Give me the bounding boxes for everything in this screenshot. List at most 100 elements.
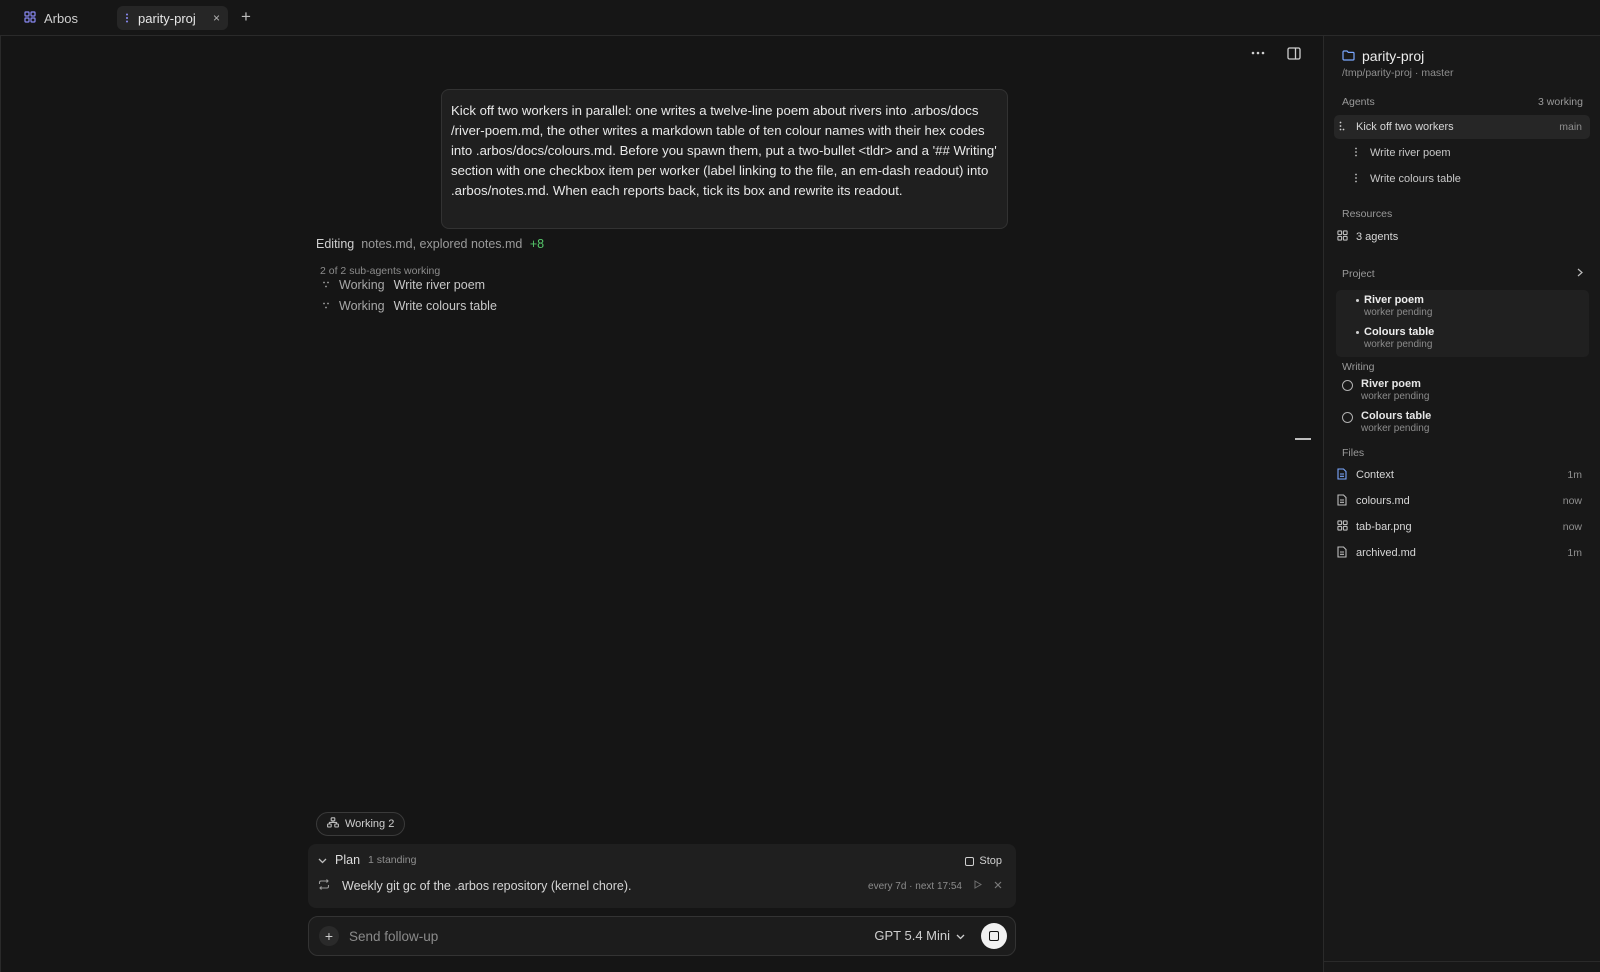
folder-icon [1342,48,1355,64]
working-pill-label: Working 2 [345,818,395,830]
file-item[interactable]: tab-bar.png now [1334,515,1590,539]
more-icon[interactable] [1249,45,1267,61]
resources-label: Resources [1342,208,1393,220]
file-name: archived.md [1356,547,1416,559]
agent-dots-icon [1348,173,1364,186]
subagent-item[interactable]: Working Write colours table [322,299,497,313]
sidebar-agent-main[interactable]: Kick off two workers main [1334,115,1590,139]
file-item[interactable]: archived.md 1m [1334,541,1590,565]
stop-label: Stop [979,855,1002,867]
model-label: GPT 5.4 Mini [874,928,950,943]
activity-extra-count: +8 [529,237,545,251]
agent-tag: main [1559,121,1582,133]
resize-handle[interactable] [1295,438,1311,440]
tab-home-label: Arbos [44,10,78,26]
file-time: 1m [1567,547,1582,559]
file-time: now [1562,521,1582,533]
close-icon[interactable] [994,881,1002,892]
project-section-label: Project [1342,268,1375,280]
doc-icon [1334,467,1350,483]
bullet [1356,299,1359,302]
activity-verb: Editing [316,237,355,251]
resource-label: 3 agents [1356,231,1399,243]
subagent-item[interactable]: Working Write river poem [322,278,485,292]
plan-label: Plan [335,853,361,867]
project-items: River poem worker pending Colours table … [1336,290,1589,357]
agent-dots-icon [1334,121,1350,134]
doc-icon [1334,493,1350,509]
toggle-sidebar-icon[interactable] [1285,45,1303,61]
conversation-pane: Kick off two workers in parallel: one wr… [0,36,1323,972]
resource-item[interactable]: 3 agents [1334,225,1590,249]
play-icon[interactable] [974,880,982,892]
writing-item-title: Colours table [1361,410,1432,422]
chevron-right-icon[interactable] [1577,266,1583,280]
checkbox-circle-icon[interactable] [1342,380,1353,391]
grid-icon [24,10,36,26]
sidebar-agent-colours[interactable]: Write colours table [1334,167,1590,191]
project-item-title: Colours table [1364,326,1435,338]
project-item-title: River poem [1364,294,1424,306]
chevron-down-icon [956,928,965,943]
doc-icon [1334,545,1350,561]
new-tab-button[interactable]: + [236,7,256,27]
plan-header[interactable]: Plan 1 standing [318,853,417,867]
files-label: Files [1342,447,1365,459]
user-message: Kick off two workers in parallel: one wr… [441,89,1008,229]
main-toolbar [1249,45,1303,61]
grid-icon [1334,520,1350,534]
file-name: tab-bar.png [1356,521,1412,533]
writing-label: Writing [1342,361,1375,373]
attach-button[interactable]: + [319,926,339,946]
activity-summary[interactable]: Editing notes.md, explored notes.md +8 [316,237,544,251]
plan-item-schedule: every 7d · next 17:54 [868,880,962,892]
agents-tree-icon [327,817,339,831]
writing-item-status: worker pending [1361,423,1430,434]
writing-item[interactable]: Colours table worker pending [1342,410,1431,434]
project-title[interactable]: parity-proj [1342,48,1424,64]
project-item[interactable]: Colours table worker pending [1356,326,1435,350]
composer: + GPT 5.4 Mini [308,916,1016,956]
file-name: Context [1356,469,1394,481]
tab-home[interactable]: Arbos [24,8,78,28]
writing-item-status: worker pending [1361,391,1430,402]
file-time: 1m [1567,469,1582,481]
file-item[interactable]: colours.md now [1334,489,1590,513]
agent-dots-icon [125,11,129,26]
writing-item[interactable]: River poem worker pending [1342,378,1429,402]
chevron-down-icon [318,853,327,867]
stop-button[interactable]: Stop [965,855,1002,867]
tab-bar: Arbos parity-proj × + [0,0,1600,36]
plan-item-text: Weekly git gc of the .arbos repository (… [342,879,632,893]
grid-icon [1334,230,1350,244]
spinner-dots-icon [322,278,330,292]
subagents-heading: 2 of 2 sub-agents working [320,265,441,277]
stop-icon [989,931,999,941]
right-sidebar: parity-proj /tmp/parity-proj · master Ag… [1323,36,1600,972]
plan-item[interactable]: Weekly git gc of the .arbos repository (… [318,879,1002,893]
plan-panel: Plan 1 standing Stop Weekly git gc of th… [308,844,1016,908]
bullet [1356,331,1359,334]
stop-icon [965,856,975,866]
spinner-dots-icon [322,299,330,313]
agents-status: 3 working [1538,96,1583,108]
writing-item-title: River poem [1361,378,1421,390]
follow-up-input[interactable] [349,926,799,946]
tab-parity-proj[interactable]: parity-proj × [117,6,228,30]
subagent-status: Working [339,299,385,313]
close-icon[interactable]: × [213,11,220,25]
subagent-label: Write colours table [393,299,497,313]
stop-generation-button[interactable] [981,923,1007,949]
subagent-label: Write river poem [393,278,486,292]
checkbox-circle-icon[interactable] [1342,412,1353,423]
sidebar-agent-river[interactable]: Write river poem [1334,141,1590,165]
agents-label: Agents [1342,96,1375,108]
model-selector[interactable]: GPT 5.4 Mini [874,928,965,943]
repeat-icon [318,879,334,893]
project-item[interactable]: River poem worker pending [1356,294,1432,318]
tab-label: parity-proj [138,10,196,26]
working-pill[interactable]: Working 2 [316,812,406,836]
file-item[interactable]: Context 1m [1334,463,1590,487]
activity-detail: notes.md, explored notes.md [361,237,523,251]
subagent-status: Working [339,278,385,292]
